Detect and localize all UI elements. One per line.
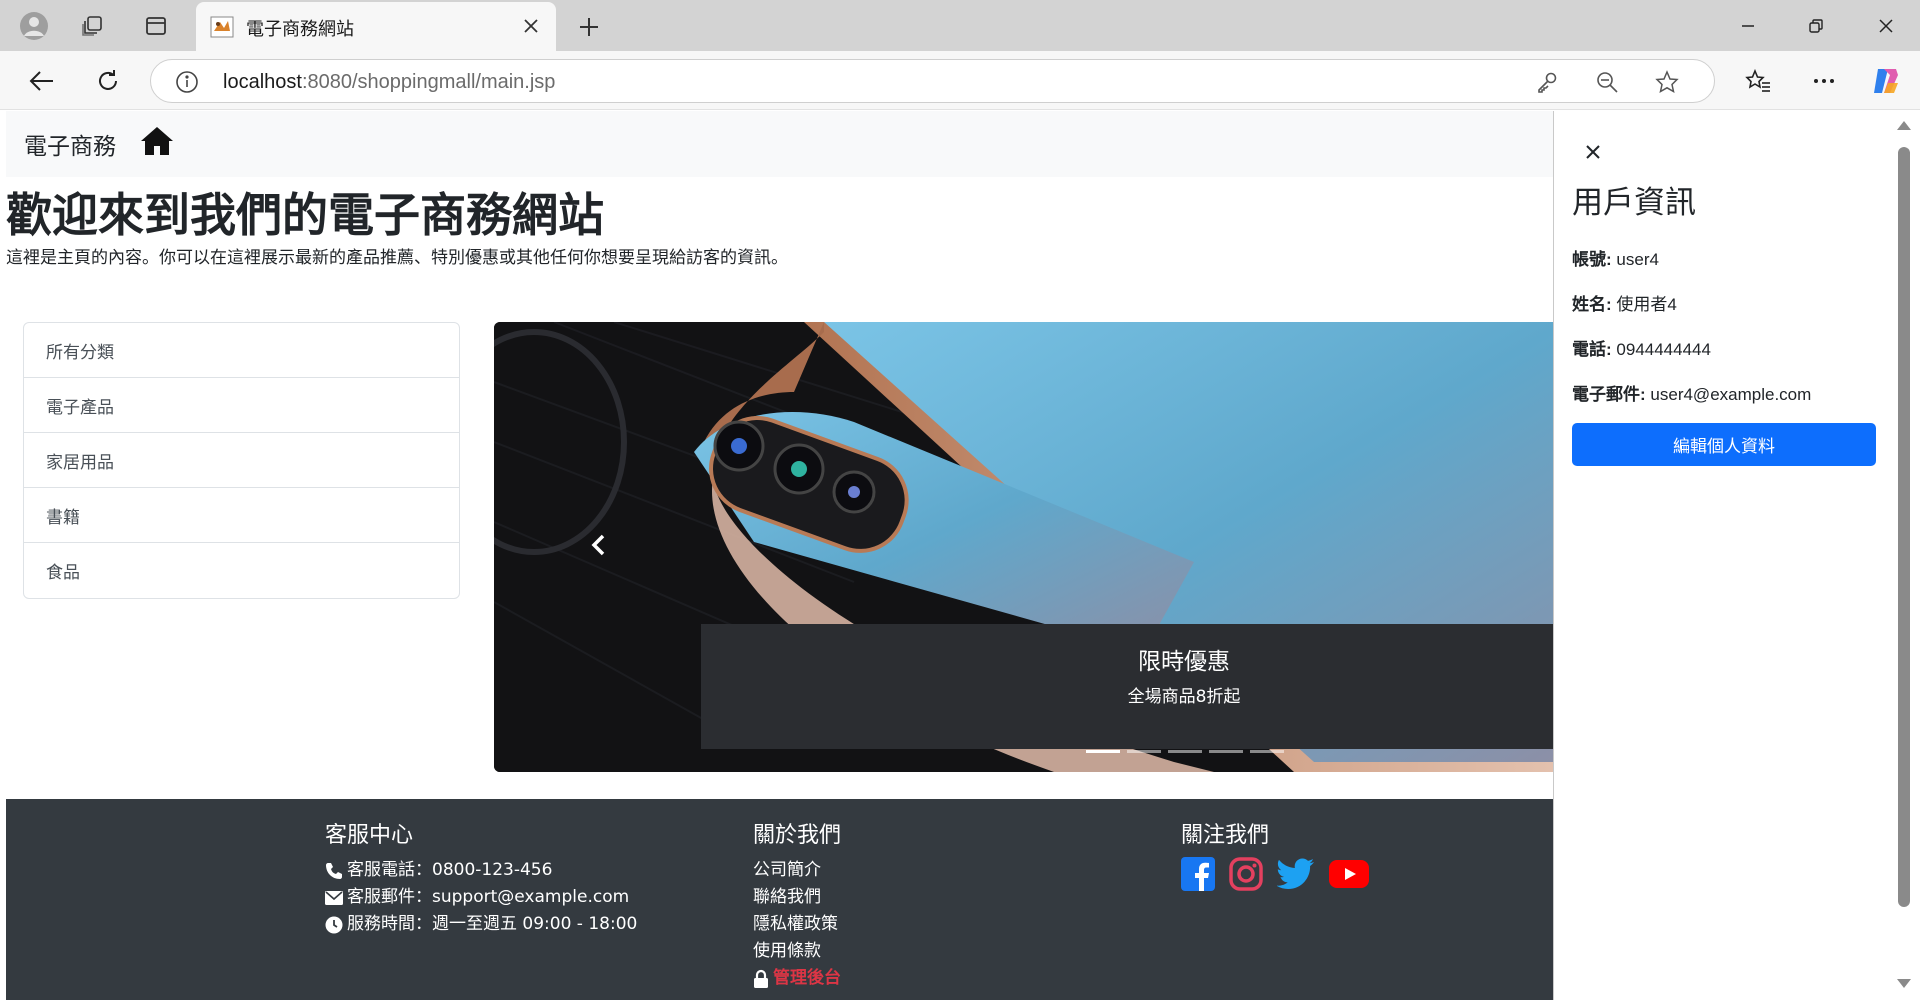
footer-phone: 客服電話：0800-123-456 [325, 857, 637, 884]
password-key-icon[interactable] [1531, 66, 1563, 98]
user-name-value: 使用者4 [1616, 295, 1677, 314]
twitter-icon[interactable] [1277, 858, 1315, 890]
favorite-star-icon[interactable] [1651, 66, 1683, 98]
carousel-indicator-5[interactable] [1250, 750, 1284, 753]
refresh-icon[interactable] [90, 63, 126, 99]
page-title: 歡迎來到我們的電子商務網站 [6, 188, 604, 242]
restore-icon[interactable] [1794, 8, 1838, 44]
page-lead-text: 這裡是主頁的內容。你可以在這裡展示最新的產品推薦、特別優惠或其他任何你想要呈現給… [6, 248, 788, 268]
footer-link-contact[interactable]: 聯絡我們 [753, 884, 841, 911]
footer-hours: 服務時間：週一至週五 09:00 - 18:00 [325, 911, 637, 938]
browser-tab-bar: 電子商務網站 [0, 0, 1920, 51]
minimize-icon[interactable] [1726, 8, 1770, 44]
facebook-icon[interactable] [1181, 857, 1215, 891]
user-name-row: 姓名: 使用者4 [1572, 290, 1677, 315]
back-icon[interactable] [24, 63, 60, 99]
footer-email: 客服郵件：support@example.com [325, 884, 637, 911]
clock-icon [325, 916, 343, 933]
copilot-icon[interactable] [1868, 63, 1904, 99]
caption-text: 全場商品8折起 [1127, 687, 1241, 707]
edit-profile-button[interactable]: 編輯個人資料 [1572, 423, 1876, 466]
offcanvas-close-icon[interactable] [1582, 141, 1604, 163]
scroll-up-arrow-icon[interactable] [1897, 121, 1911, 130]
site-favicon-icon [210, 15, 234, 39]
user-account-label: 帳號: [1572, 250, 1612, 269]
user-info-offcanvas: 用戶資訊 帳號: user4 姓名: 使用者4 電話: 0944444444 電… [1553, 111, 1893, 1000]
phone-icon [326, 862, 342, 879]
zoom-out-icon[interactable] [1591, 66, 1623, 98]
footer-follow-heading: 關注我們 [1181, 823, 1270, 848]
url-host: localhost [223, 71, 302, 93]
carousel-indicator-2[interactable] [1127, 750, 1161, 753]
favorites-icon[interactable] [1740, 63, 1776, 99]
youtube-icon[interactable] [1329, 860, 1369, 888]
user-email-value: user4@example.com [1650, 385, 1812, 404]
footer-link-terms[interactable]: 使用條款 [753, 938, 841, 965]
user-email-label: 電子郵件: [1572, 385, 1646, 404]
envelope-icon [325, 890, 343, 905]
promo-carousel: 限時優惠 全場商品8折起 [494, 322, 1554, 772]
user-phone-value: 0944444444 [1616, 340, 1711, 359]
category-item-all[interactable]: 所有分類 [24, 323, 459, 378]
url-text[interactable]: localhost:8080/shoppingmall/main.jsp [223, 71, 555, 94]
carousel-indicator-3[interactable] [1168, 750, 1202, 753]
footer-admin-link[interactable]: 管理後台 [753, 965, 841, 992]
vertical-tabs-icon[interactable] [140, 10, 172, 42]
caption-title: 限時優惠 [1138, 649, 1230, 675]
site-footer: 客服中心 客服電話：0800-123-456 客服郵件：support@exam… [6, 799, 1554, 1000]
footer-follow-column: 關注我們 [1181, 817, 1369, 891]
navbar-brand[interactable]: 電子商務 [24, 127, 116, 161]
browser-toolbar: localhost:8080/shoppingmall/main.jsp [0, 51, 1920, 110]
instagram-icon[interactable] [1229, 857, 1263, 891]
site-info-icon[interactable] [171, 66, 203, 98]
carousel-indicator-1[interactable] [1086, 750, 1120, 753]
page-scrollbar[interactable] [1893, 111, 1915, 1000]
user-email-row: 電子郵件: user4@example.com [1572, 380, 1811, 405]
footer-service-column: 客服中心 客服電話：0800-123-456 客服郵件：support@exam… [325, 817, 637, 938]
home-icon[interactable] [140, 125, 174, 157]
user-name-label: 姓名: [1572, 295, 1612, 314]
footer-about-heading: 關於我們 [753, 823, 842, 848]
footer-email-text: 客服郵件：support@example.com [347, 887, 630, 907]
carousel-indicators [1086, 750, 1284, 753]
category-item-food[interactable]: 食品 [24, 543, 459, 598]
user-phone-row: 電話: 0944444444 [1572, 335, 1711, 360]
footer-hours-text: 服務時間：週一至週五 09:00 - 18:00 [347, 914, 638, 934]
user-phone-label: 電話: [1572, 340, 1612, 359]
scrollbar-thumb[interactable] [1898, 147, 1910, 907]
footer-about-column: 關於我們 公司簡介 聯絡我們 隱私權政策 使用條款 管理後台 [753, 817, 841, 992]
user-account-value: user4 [1616, 250, 1659, 269]
footer-link-company[interactable]: 公司簡介 [753, 857, 841, 884]
site-navbar: 電子商務 [6, 111, 1554, 177]
category-item-books[interactable]: 書籍 [24, 488, 459, 543]
url-path: :8080/shoppingmall/main.jsp [301, 71, 556, 93]
tab-title: 電子商務網站 [246, 19, 354, 40]
footer-service-heading: 客服中心 [325, 823, 414, 848]
user-account-row: 帳號: user4 [1572, 245, 1659, 270]
profile-avatar-icon[interactable] [18, 10, 50, 42]
more-menu-icon[interactable] [1806, 63, 1842, 99]
workspaces-icon[interactable] [76, 10, 108, 42]
footer-link-privacy[interactable]: 隱私權政策 [753, 911, 841, 938]
footer-phone-text: 客服電話：0800-123-456 [347, 860, 553, 880]
page-viewport: 電子商務 歡迎來到我們的電子商務網站 這裡是主頁的內容。你可以在這裡展示最新的產… [6, 111, 1554, 1000]
category-list: 所有分類 電子產品 家居用品 書籍 食品 [23, 322, 460, 599]
window-close-icon[interactable] [1864, 8, 1908, 44]
active-tab[interactable]: 電子商務網站 [196, 2, 556, 51]
tab-close-icon[interactable] [518, 13, 544, 39]
carousel-prev-icon[interactable] [584, 527, 612, 563]
lock-icon [754, 969, 768, 988]
new-tab-icon[interactable] [572, 10, 606, 44]
scroll-down-arrow-icon[interactable] [1897, 979, 1911, 988]
offcanvas-title: 用戶資訊 [1572, 185, 1696, 221]
address-bar[interactable]: localhost:8080/shoppingmall/main.jsp [150, 59, 1715, 103]
footer-admin-text: 管理後台 [773, 968, 841, 988]
category-item-electronics[interactable]: 電子產品 [24, 378, 459, 433]
category-item-home[interactable]: 家居用品 [24, 433, 459, 488]
social-links [1181, 857, 1369, 891]
carousel-indicator-4[interactable] [1209, 750, 1243, 753]
carousel-caption: 限時優惠 全場商品8折起 [701, 624, 1554, 749]
